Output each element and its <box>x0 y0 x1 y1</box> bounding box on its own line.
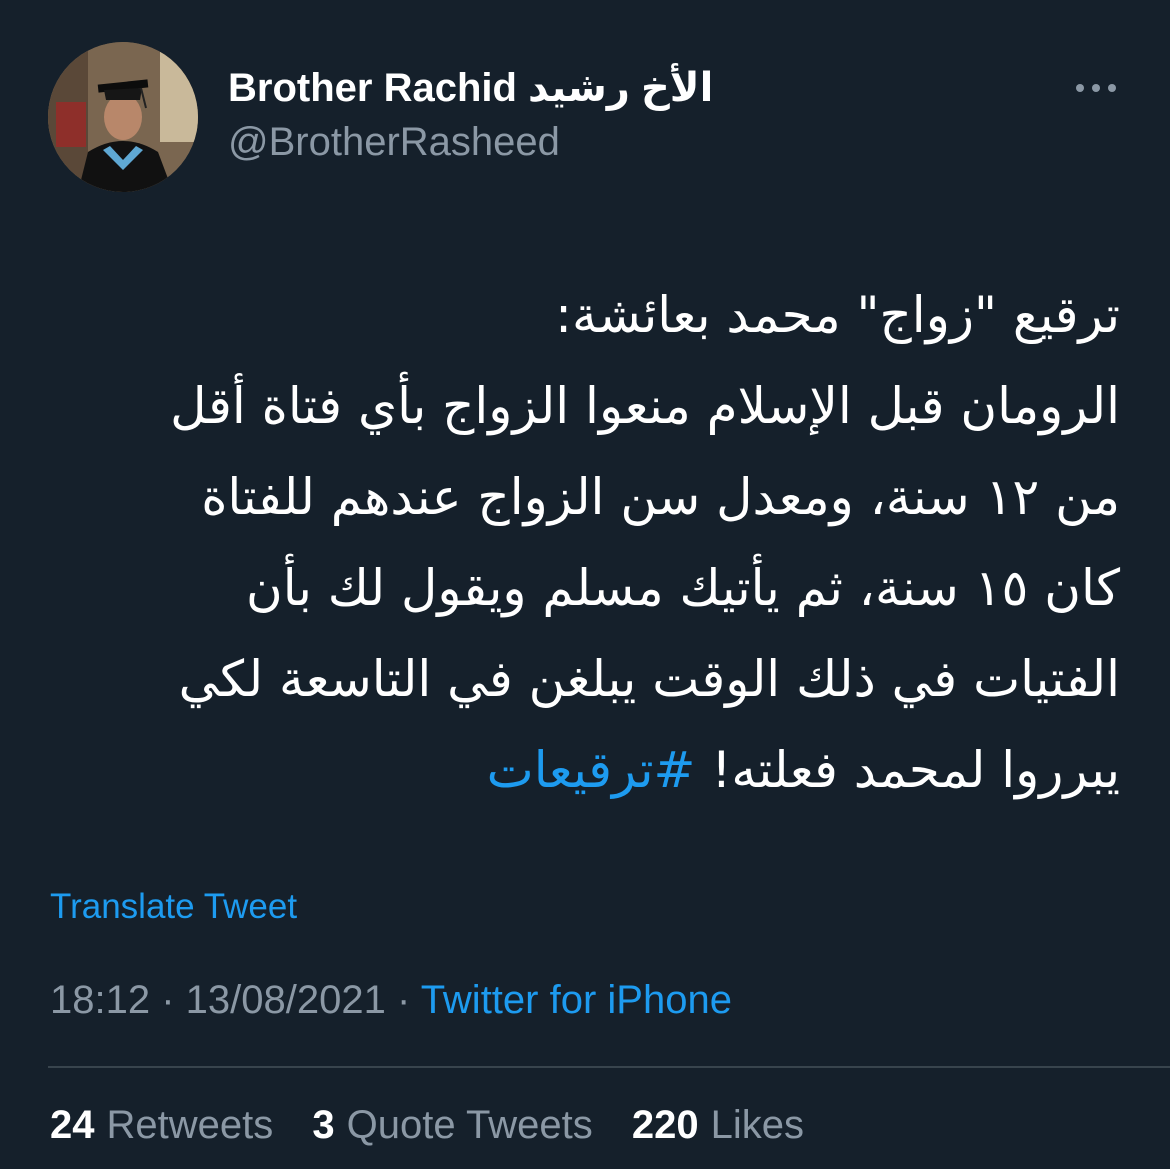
quote-tweets-count: 3 <box>312 1103 335 1147</box>
likes-label: Likes <box>710 1103 804 1147</box>
author-handle[interactable]: @BrotherRasheed <box>228 118 560 166</box>
translate-tweet-link[interactable]: Translate Tweet <box>50 887 297 927</box>
divider <box>48 1066 1170 1068</box>
tweet-stats: 24 Retweets 3 Quote Tweets 220 Likes <box>50 1103 832 1148</box>
likes-stat[interactable]: 220 Likes <box>632 1103 804 1148</box>
meta-separator: · <box>150 978 186 1022</box>
tweet-text-last-line-text: يبرروا لمحمد فعلته! <box>695 741 1120 799</box>
more-horizontal-icon <box>1076 84 1116 92</box>
tweet-text-line: الرومان قبل الإسلام منعوا الزواج بأي فتا… <box>170 377 1120 435</box>
meta-separator: · <box>385 978 421 1022</box>
tweet-date: 13/08/2021 <box>185 978 386 1022</box>
tweet-text-line: ترقيع "زواج" محمد بعائشة: <box>555 286 1120 344</box>
author-avatar[interactable] <box>48 42 198 192</box>
tweet-text-line: من ١٢ سنة، ومعدل سن الزواج عندهم للفتاة <box>201 468 1120 526</box>
quote-tweets-stat[interactable]: 3 Quote Tweets <box>312 1103 592 1148</box>
author-display-name[interactable]: Brother Rachid الأخ رشيد <box>228 64 713 112</box>
tweet-metadata: 18:12 · 13/08/2021 · Twitter for iPhone <box>50 978 732 1023</box>
tweet-text-last-line: يبرروا لمحمد فعلته! #ترقيعات <box>48 725 1120 816</box>
tweet-source-link[interactable]: Twitter for iPhone <box>421 978 732 1022</box>
graduation-portrait-avatar <box>48 42 198 192</box>
hashtag-link[interactable]: #ترقيعات <box>487 741 696 799</box>
retweets-count: 24 <box>50 1103 95 1147</box>
quote-tweets-label: Quote Tweets <box>346 1103 593 1147</box>
likes-count: 220 <box>631 1103 699 1147</box>
tweet-time: 18:12 <box>50 978 151 1022</box>
tweet-text: ترقيع "زواج" محمد بعائشة: الرومان قبل ال… <box>48 270 1120 816</box>
tweet-text-line: كان ١٥ سنة، ثم يأتيك مسلم ويقول لك بأن <box>245 559 1120 617</box>
retweets-label: Retweets <box>106 1103 274 1147</box>
tweet-text-line: الفتيات في ذلك الوقت يبلغن في التاسعة لك… <box>178 650 1120 708</box>
retweets-stat[interactable]: 24 Retweets <box>50 1103 273 1148</box>
more-options-button[interactable] <box>1070 68 1122 108</box>
